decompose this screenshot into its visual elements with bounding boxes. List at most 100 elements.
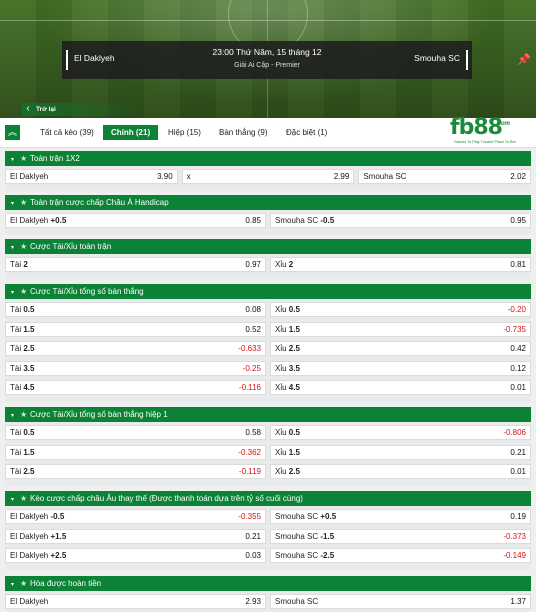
odds-selection[interactable]: Xỉu 2.5 0.01 [270,464,531,479]
selection-line: 3.5 [23,363,35,373]
selection-name: Tài 4.5 [10,383,35,392]
selection-name: El Daklyeh -0.5 [10,512,65,521]
selection-name: Xỉu 2.5 [275,467,300,476]
odds-value: 0.95 [510,216,526,225]
market-title: Cược Tài/Xỉu tổng số bàn thắng [30,287,144,296]
fb88-logo: fb88 .com Games To Play Trusted Place To… [450,115,516,144]
odds-selection[interactable]: Tài 0.5 0.58 [5,425,266,440]
tab-main[interactable]: Chính (21) [103,125,159,140]
odds-selection[interactable]: Tài 1.5 -0.362 [5,444,266,460]
match-header: El Daklyeh 23:00 Thứ Năm, 15 tháng 12 Gi… [0,0,536,118]
selection-name: Smouha SC -1.5 [275,531,335,541]
odds-selection[interactable]: Tài 2.5 -0.119 [5,464,266,479]
selection-name: Tài 2.5 [10,344,35,353]
scoreboard: El Daklyeh 23:00 Thứ Năm, 15 tháng 12 Gi… [62,41,472,79]
market-header[interactable]: ▾ ★ Cược Tài/Xỉu tổng số bàn thắng [5,284,531,299]
match-datetime: 23:00 Thứ Năm, 15 tháng 12 [212,47,322,57]
odds-value: -0.633 [238,344,261,353]
selection-line: 0.5 [23,428,35,437]
odds-value: -0.735 [503,324,526,334]
selection-line: -2.5 [320,551,335,560]
odds-selection[interactable]: Xỉu 2 0.81 [270,257,531,272]
odds-selection[interactable]: Smouha SC -0.5 0.95 [270,213,531,228]
selection-line: 4.5 [23,383,35,392]
star-icon[interactable]: ★ [20,239,30,254]
tab-special[interactable]: Đặc biệt (1) [278,125,335,140]
odds-value: 0.12 [510,363,526,373]
odds-selection[interactable]: El Daklyeh -0.5 -0.355 [5,509,266,524]
odds-selection[interactable]: El Daklyeh +1.5 0.21 [5,528,266,544]
chevron-left-icon[interactable]: ‹ [22,103,34,116]
odds-selection[interactable]: Smouha SC -2.5 -0.149 [270,548,531,563]
odds-selection[interactable]: Xỉu 4.5 0.01 [270,380,531,395]
market-header[interactable]: ▾ ★ Kèo cược chấp châu Âu thay thế (Được t… [5,491,531,506]
odds-value: 0.97 [245,260,261,269]
away-team: Smouha SC [414,53,460,63]
odds-selection[interactable]: Tài 2.5 -0.633 [5,341,266,356]
league-name: Giải Ai Cập - Premier [234,62,300,69]
selection-name: Smouha SC [363,172,407,181]
star-icon[interactable]: ★ [20,284,30,299]
selection-name: Smouha SC +0.5 [275,512,337,521]
selection-line: +1.5 [50,531,67,541]
odds-value: -0.362 [238,447,261,457]
tab-all[interactable]: Tất cả kèo (39) [32,125,102,140]
star-icon[interactable]: ★ [20,151,30,166]
odds-value: 0.81 [510,260,526,269]
star-icon[interactable]: ★ [20,195,30,210]
odds-selection[interactable]: El Daklyeh +2.5 0.03 [5,548,266,563]
odds-value: 0.21 [245,531,261,541]
collapse-all-icon[interactable]: ︽ [5,125,20,140]
odds-selection[interactable]: Xỉu 3.5 0.12 [270,360,531,376]
odds-selection[interactable]: Tài 0.5 0.08 [5,302,266,317]
odds-selection[interactable]: Smouha SC 2.02 [358,169,531,184]
odds-value: -0.806 [503,428,526,437]
selection-line: 2.5 [23,467,35,476]
market-header[interactable]: ▾ ★ Toàn trận cược chấp Châu Á Handicap [5,195,531,210]
back-button[interactable]: Trở lại [22,103,142,116]
odds-selection[interactable]: Xỉu 0.5 -0.20 [270,302,531,317]
odds-selection[interactable]: x 2.99 [181,169,355,184]
selection-line: 3.5 [288,363,300,373]
odds-selection[interactable]: Xỉu 1.5 0.21 [270,444,531,460]
selection-line: 0.5 [23,305,35,314]
selection-line: 0.5 [288,428,300,437]
star-icon[interactable]: ★ [20,576,30,591]
odds-selection[interactable]: Smouha SC +0.5 0.19 [270,509,531,524]
market-header[interactable]: ▾ ★ Toàn trận 1X2 [5,151,531,166]
odds-selection[interactable]: El Daklyeh 2.93 [5,594,266,609]
odds-selection[interactable]: Xỉu 0.5 -0.806 [270,425,531,440]
market-header[interactable]: ▾ ★ Hòa được hoàn tiền [5,576,531,591]
odds-value: -0.25 [242,363,261,373]
tab-half[interactable]: Hiệp (15) [160,125,209,140]
selection-name: Xỉu 3.5 [275,363,300,373]
market-header[interactable]: ▾ ★ Cược Tài/Xỉu tổng số bàn thắng hiệp 1 [5,407,531,422]
odds-value: 0.52 [245,324,261,334]
star-icon[interactable]: ★ [20,407,30,422]
odds-selection[interactable]: Tài 2 0.97 [5,257,266,272]
market-header[interactable]: ▾ ★ Cược Tài/Xỉu toàn trận [5,239,531,254]
selection-line: 2.5 [23,344,35,353]
odds-value: -0.373 [503,531,526,541]
odds-selection[interactable]: El Daklyeh +0.5 0.85 [5,213,266,228]
odds-value: 0.42 [510,344,526,353]
odds-selection[interactable]: Tài 3.5 -0.25 [5,360,266,376]
odds-selection[interactable]: Xỉu 1.5 -0.735 [270,321,531,337]
tab-goals[interactable]: Bàn thắng (9) [211,125,275,140]
odds-value: -0.355 [238,512,261,521]
odds-selection[interactable]: Smouha SC 1.37 [270,594,531,609]
odds-selection[interactable]: Tài 4.5 -0.116 [5,380,266,395]
odds-selection[interactable]: Smouha SC -1.5 -0.373 [270,528,531,544]
odds-selection[interactable]: El Daklyeh 3.90 [5,169,178,184]
selection-line: -1.5 [320,531,335,541]
odds-selection[interactable]: Xỉu 2.5 0.42 [270,341,531,356]
odds-value: 0.08 [245,305,261,314]
selection-line: +0.5 [320,512,337,521]
odds-selection[interactable]: Tài 1.5 0.52 [5,321,266,337]
odds-value: 2.93 [245,597,261,606]
star-icon[interactable]: ★ [20,491,30,506]
market-title: Cược Tài/Xỉu toàn trận [30,242,112,251]
selection-line: +2.5 [50,551,67,560]
pin-icon[interactable]: 📌 [516,53,532,67]
selection-line: 1.5 [288,447,300,457]
